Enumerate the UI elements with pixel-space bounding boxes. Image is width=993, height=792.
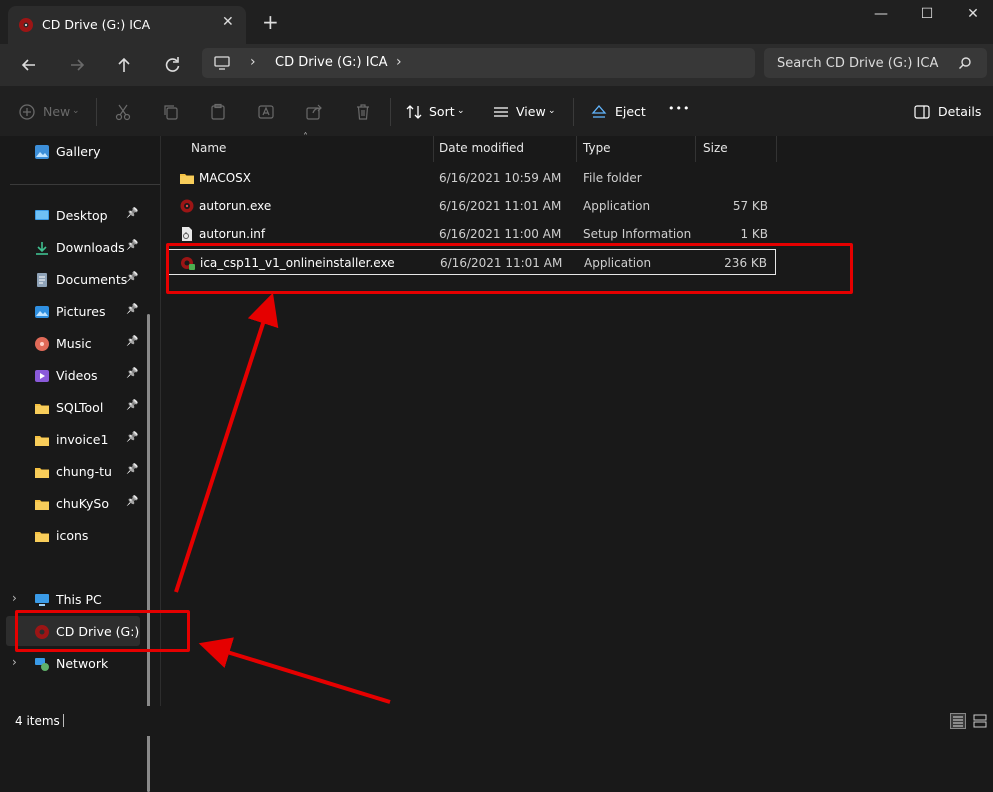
red-arrow-up	[174, 292, 279, 593]
red-arrow-left	[198, 637, 391, 704]
annotation-arrows	[174, 292, 391, 704]
